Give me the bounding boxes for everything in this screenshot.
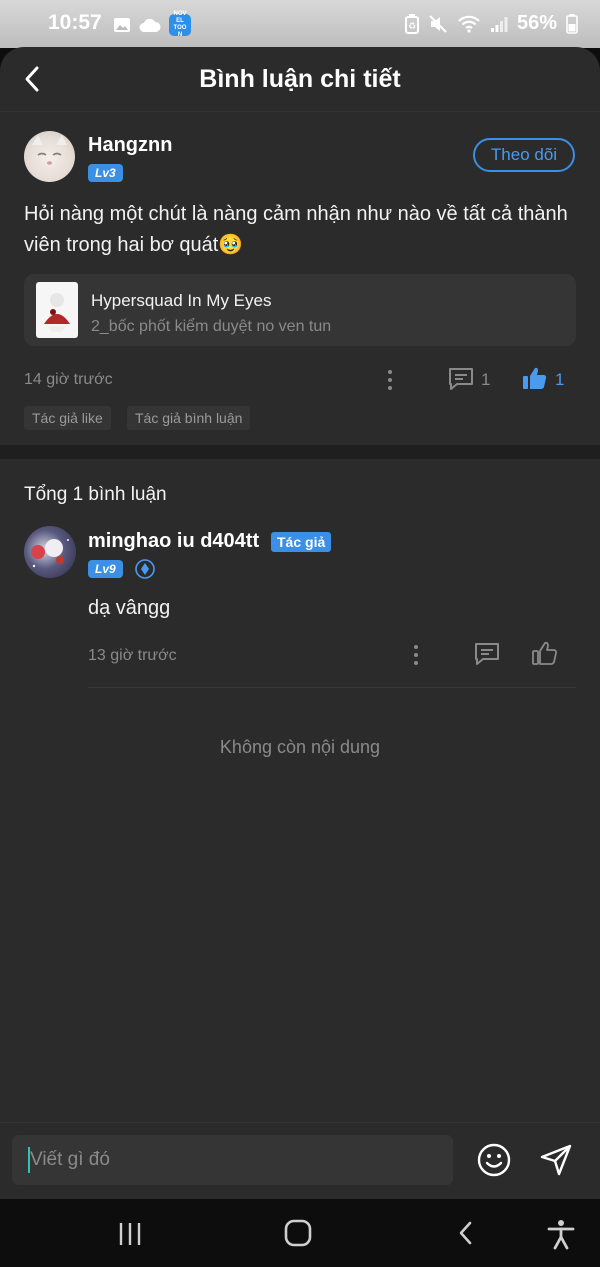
section-divider	[0, 445, 600, 459]
cat-avatar-image	[32, 135, 67, 165]
back-icon	[459, 1221, 472, 1245]
gallery-icon	[114, 18, 130, 32]
status-time: 10:57	[48, 11, 102, 34]
battery-percent: 56%	[516, 12, 557, 34]
mute-icon	[429, 14, 447, 33]
book-cover-image	[36, 282, 78, 338]
thumbs-up-icon	[532, 641, 557, 665]
post-more-button[interactable]	[380, 367, 400, 393]
post-like-count: 1	[555, 370, 565, 389]
signal-icon	[490, 16, 508, 32]
comment-input[interactable]	[12, 1135, 453, 1185]
reply-author-level-badge: Lv9	[88, 560, 123, 578]
app-header: Bình luận chi tiết	[0, 47, 600, 112]
emoji-icon	[477, 1143, 511, 1177]
home-button[interactable]	[283, 1218, 313, 1248]
thumbs-up-icon	[523, 367, 547, 389]
post-time: 14 giờ trước	[24, 371, 113, 388]
comment-detail-screen: Bình luận chi tiết Hangznn Lv3 Theo dõi …	[0, 47, 600, 1199]
system-navigation-bar	[0, 1199, 600, 1267]
app-notification-label: NOVEL TOON	[173, 11, 187, 38]
back-nav-button[interactable]	[453, 1219, 479, 1247]
recent-apps-button[interactable]	[116, 1220, 144, 1248]
diamond-icon	[135, 559, 155, 579]
send-icon	[540, 1144, 572, 1176]
recent-apps-icon	[119, 1223, 141, 1245]
reply-separator	[88, 687, 576, 688]
reply-comment-button[interactable]	[473, 641, 501, 667]
follow-button[interactable]: Theo dõi	[473, 138, 575, 172]
battery-icon	[566, 13, 578, 34]
book-chapter: 2_bốc phốt kiểm duyệt no ven tun	[91, 318, 332, 335]
reply-author-name[interactable]: minghao iu d404tt	[88, 530, 259, 553]
author-badge: Tác giả	[271, 532, 332, 552]
anime-avatar-image	[31, 539, 69, 568]
comment-icon	[475, 643, 499, 665]
more-vertical-icon	[388, 370, 392, 390]
reply-text: dạ vângg	[88, 597, 171, 619]
home-icon	[284, 1219, 312, 1247]
reply-time: 13 giờ trước	[88, 647, 177, 664]
comment-total: Tổng 1 bình luận	[24, 484, 167, 505]
tag-author-comment: Tác giả bình luận	[127, 406, 251, 430]
more-vertical-icon	[414, 645, 418, 665]
notification-icons: NOVEL TOON	[113, 11, 191, 38]
page-title: Bình luận chi tiết	[199, 65, 401, 93]
send-button[interactable]	[538, 1142, 574, 1178]
post-author-level-badge: Lv3	[88, 164, 123, 182]
comment-icon	[449, 368, 473, 390]
reply-more-button[interactable]	[406, 642, 426, 668]
post-author-name[interactable]: Hangznn	[88, 134, 172, 157]
reply-like-button[interactable]	[531, 640, 558, 667]
svg-text:♻: ♻	[408, 22, 416, 32]
emoji-button[interactable]	[476, 1142, 512, 1178]
post-author-avatar[interactable]	[24, 131, 75, 182]
post-like-button[interactable]	[521, 365, 548, 392]
accessibility-icon	[547, 1220, 575, 1250]
app-notification-icon: NOVEL TOON	[169, 11, 191, 38]
reply-author-medal	[135, 559, 155, 579]
wifi-icon	[458, 15, 480, 33]
post-text: Hỏi nàng một chút là nàng cảm nhận như n…	[24, 203, 568, 256]
system-icons: ♻ 56%	[404, 12, 578, 35]
cloud-icon	[139, 18, 161, 32]
reply-author-avatar[interactable]	[24, 526, 76, 578]
book-title: Hypersquad In My Eyes	[91, 291, 272, 310]
accessibility-button[interactable]	[546, 1218, 576, 1250]
tag-author-like: Tác giả like	[24, 406, 111, 430]
text-cursor	[28, 1147, 30, 1173]
post-comment-button[interactable]	[447, 366, 475, 392]
battery-saver-icon: ♻	[404, 13, 419, 34]
end-of-content-label: Không còn nội dung	[219, 737, 381, 757]
comment-composer	[0, 1122, 600, 1199]
status-bar: 10:57 NOVEL TOON ♻ 56%	[0, 0, 600, 48]
book-card[interactable]: Hypersquad In My Eyes 2_bốc phốt kiểm du…	[24, 274, 576, 346]
post-comment-count: 1	[481, 370, 491, 389]
